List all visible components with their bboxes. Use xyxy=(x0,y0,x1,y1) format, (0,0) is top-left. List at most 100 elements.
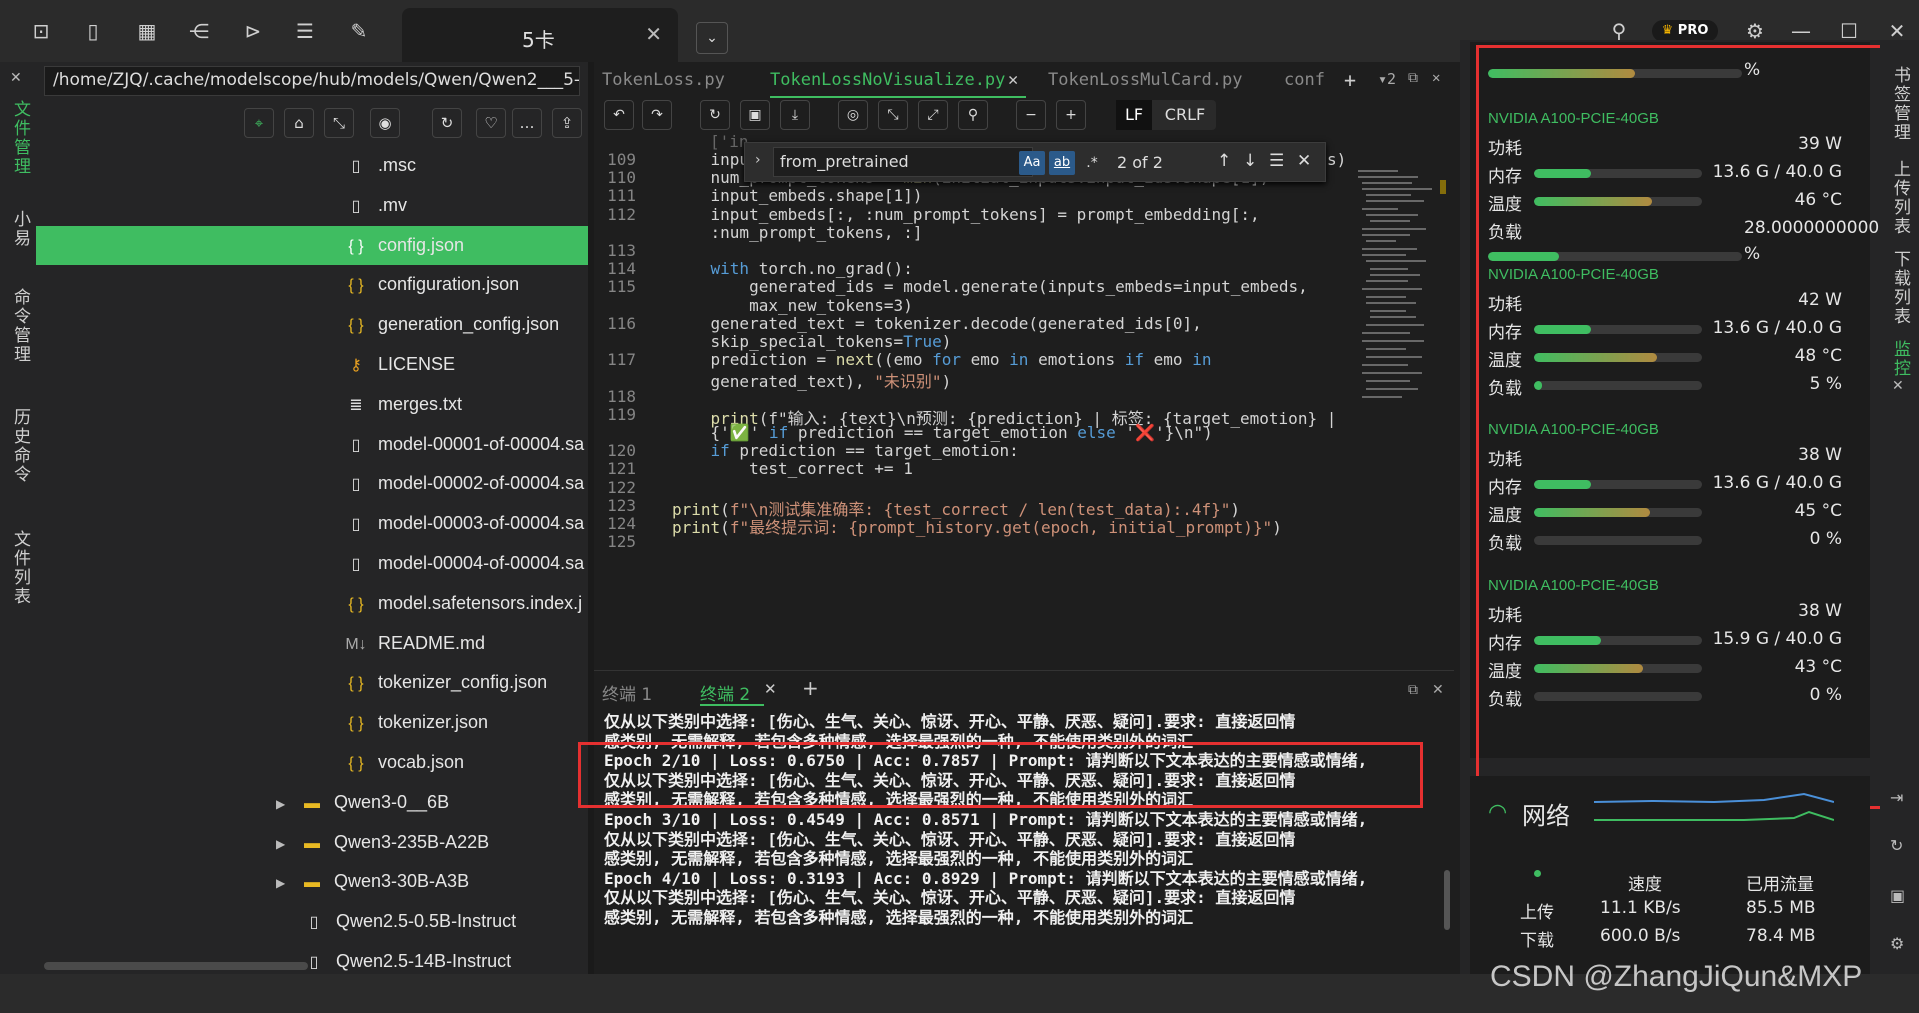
close-editor-icon[interactable]: ✕ xyxy=(1432,70,1440,86)
file-row[interactable]: ▯ .mv xyxy=(342,186,588,225)
sidebar-tab-upload-list[interactable]: 上传列表 xyxy=(1888,160,1913,236)
tab-conf[interactable]: conf xyxy=(1284,70,1325,90)
file-row[interactable]: { } config.json xyxy=(36,225,588,265)
selection-icon[interactable]: ☰ xyxy=(1269,151,1284,171)
sidebar-tab-history[interactable]: 历史命令 xyxy=(8,408,33,484)
folder-row[interactable]: ▶ ▬ Qwen3-235B-A22B xyxy=(276,823,564,862)
sidebar-tab-download-list[interactable]: 下载列表 xyxy=(1888,250,1913,326)
close-terminal-icon[interactable]: ✕ xyxy=(764,680,777,698)
file-name: tokenizer.json xyxy=(378,712,489,733)
find-icon[interactable]: ⚲ xyxy=(958,100,988,130)
tab-tokenloss[interactable]: TokenLoss.py xyxy=(602,70,725,90)
settings-icon[interactable]: ⚙ xyxy=(1890,934,1904,953)
file-row[interactable]: { } tokenizer_config.json xyxy=(342,663,588,702)
sidebar-tab-command-manage[interactable]: 命令管理 xyxy=(8,288,33,364)
expand-icon[interactable]: ⤢ xyxy=(918,100,948,130)
chevron-down-icon[interactable]: ⌄ xyxy=(696,22,728,54)
download-icon[interactable]: ⤓ xyxy=(780,100,810,130)
close-icon[interactable]: ✕ xyxy=(1008,70,1018,90)
refresh-icon[interactable]: ↻ xyxy=(432,108,462,138)
save-icon[interactable]: ▣ xyxy=(740,100,770,130)
file-row[interactable]: ▯ Qwen2.5-0.5B-Instruct xyxy=(300,902,588,941)
panel-toggle-icon[interactable]: ⇥ xyxy=(1890,788,1903,807)
eye-icon[interactable]: ◉ xyxy=(370,108,400,138)
home-icon[interactable]: ⌂ xyxy=(284,108,314,138)
file-row[interactable]: ▯ .msc xyxy=(342,146,588,185)
path-input[interactable]: /home/ZJQ/.cache/modelscope/hub/models/Q… xyxy=(44,66,580,96)
redo-icon[interactable]: ↷ xyxy=(642,100,672,130)
terminal-scrollbar[interactable] xyxy=(1444,870,1450,930)
file-row[interactable]: { } tokenizer.json xyxy=(342,703,588,742)
sidebar-tab-bookmarks[interactable]: 书签管理 xyxy=(1888,66,1913,142)
pro-badge[interactable]: ♛ PRO xyxy=(1652,20,1718,42)
compass-icon[interactable]: ◎ xyxy=(838,100,868,130)
sidebar-tab-file-list[interactable]: 文件列表 xyxy=(8,530,33,606)
terminal-icon[interactable]: ⊡ xyxy=(28,18,54,44)
expand-arrow-icon[interactable]: ▶ xyxy=(276,825,298,862)
collapse-icon[interactable]: ⤡ xyxy=(324,108,354,138)
file-row[interactable]: ⚷ LICENSE xyxy=(342,345,588,384)
line-number: 116 xyxy=(607,313,636,333)
console-icon[interactable]: ⊳ xyxy=(240,18,266,44)
sidebar-tab-xiaoyi[interactable]: 小易 xyxy=(8,210,33,248)
folder-row[interactable]: ▶ ▬ Qwen3-30B-A3B xyxy=(276,862,564,901)
layout-icon[interactable]: ▦ xyxy=(134,18,160,44)
file-row[interactable]: ▯ model-00003-of-00004.sa xyxy=(342,504,588,543)
wrench-icon[interactable]: ✎ xyxy=(346,18,372,44)
heart-icon[interactable]: ♡ xyxy=(476,108,506,138)
eol-lf[interactable]: LF xyxy=(1116,100,1152,130)
more-icon[interactable]: … xyxy=(512,108,542,138)
session-tab[interactable]: 5卡 ✕ xyxy=(402,8,678,62)
folder-row[interactable]: ▶ ▬ Qwen3-0__6B xyxy=(276,783,564,822)
find-input[interactable]: from_pretrained xyxy=(773,147,1033,177)
tree-icon[interactable]: ⋲ xyxy=(186,18,212,44)
file-row[interactable]: ▯ model-00001-of-00004.sa xyxy=(342,425,588,464)
sidebar-tab-file-manage[interactable]: 文件管理 xyxy=(8,100,33,176)
tab-tokenloss-novisualize[interactable]: TokenLossNoVisualize.py xyxy=(770,70,1005,90)
eol-toggle[interactable]: LF CRLF xyxy=(1116,100,1216,130)
eol-crlf[interactable]: CRLF xyxy=(1156,100,1214,130)
arrow-down-icon[interactable]: ↓ xyxy=(1243,151,1257,171)
undo-icon[interactable]: ↶ xyxy=(604,100,634,130)
list-icon[interactable]: ☰ xyxy=(292,18,318,44)
tab-terminal-1[interactable]: 终端 1 xyxy=(602,680,652,705)
locate-icon[interactable]: ⌖ xyxy=(244,108,274,138)
upload-icon[interactable]: ⇪ xyxy=(552,108,582,138)
tab-terminal-2[interactable]: 终端 2 xyxy=(700,680,750,705)
close-panel-icon[interactable]: ✕ xyxy=(10,70,22,86)
file-row[interactable]: ▯ model-00004-of-00004.sa xyxy=(342,544,588,583)
minimap[interactable] xyxy=(1356,168,1448,438)
zoom-in-icon[interactable]: + xyxy=(1056,100,1086,130)
close-find-icon[interactable]: ✕ xyxy=(1297,151,1311,171)
chevron-right-icon[interactable]: › xyxy=(755,152,761,168)
expand-arrow-icon[interactable]: ▶ xyxy=(276,785,298,822)
file-row[interactable]: ≣ merges.txt xyxy=(342,385,588,424)
file-row[interactable]: { } model.safetensors.index.j xyxy=(342,584,588,623)
add-terminal-icon[interactable]: + xyxy=(802,676,819,700)
document-icon[interactable]: ▯ xyxy=(80,18,106,44)
file-row[interactable]: { } vocab.json xyxy=(342,743,588,782)
shrink-icon[interactable]: ⤡ xyxy=(878,100,908,130)
maximize-terminal-icon[interactable]: ⧉ xyxy=(1408,682,1418,698)
file-row[interactable]: ▯ model-00002-of-00004.sa xyxy=(342,464,588,503)
expand-arrow-icon[interactable]: ▶ xyxy=(276,864,298,901)
whole-word-toggle[interactable]: ab xyxy=(1049,151,1075,175)
add-tab-icon[interactable]: + xyxy=(1344,68,1356,92)
reload-icon[interactable]: ↻ xyxy=(700,100,730,130)
match-case-toggle[interactable]: Aa xyxy=(1019,151,1045,175)
arrow-up-icon[interactable]: ↑ xyxy=(1217,151,1231,171)
file-scrollbar[interactable] xyxy=(44,962,308,970)
file-row[interactable]: M↓ README.md xyxy=(342,624,588,663)
close-panel-icon[interactable]: ✕ xyxy=(1432,682,1444,698)
file-row[interactable]: { } configuration.json xyxy=(342,265,588,304)
zoom-out-icon[interactable]: − xyxy=(1016,100,1046,130)
file-row[interactable]: { } generation_config.json xyxy=(342,305,588,344)
split-icon[interactable]: ⧉ xyxy=(1408,70,1418,86)
sidebar-tab-monitor[interactable]: 监控 xyxy=(1888,340,1913,378)
close-icon[interactable]: ✕ xyxy=(645,22,662,46)
save-monitor-icon[interactable]: ▣ xyxy=(1890,886,1905,905)
refresh-monitor-icon[interactable]: ↻ xyxy=(1890,836,1903,855)
tab-tokenloss-mulcard[interactable]: TokenLossMulCard.py xyxy=(1048,70,1242,90)
close-monitor-icon[interactable]: ✕ xyxy=(1892,378,1904,394)
regex-toggle[interactable]: .* xyxy=(1079,151,1105,175)
